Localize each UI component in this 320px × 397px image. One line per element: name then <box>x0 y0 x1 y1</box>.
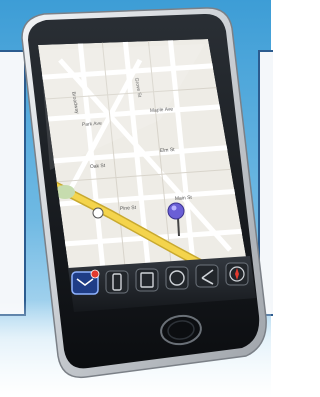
street-label: Elm St <box>160 147 176 154</box>
mail-icon[interactable] <box>71 269 100 295</box>
settings-icon[interactable] <box>195 264 219 288</box>
smartphone-illustration: Park Ave Maple Ave Oak St Elm St Pine St… <box>21 7 267 379</box>
highway-shield-icon <box>92 207 104 219</box>
notes-icon[interactable] <box>135 268 159 292</box>
compass-icon[interactable] <box>225 262 249 286</box>
street-label: Pine St <box>120 205 137 212</box>
smartphone: Park Ave Maple Ave Oak St Elm St Pine St… <box>0 0 271 397</box>
street-label: Main St <box>175 195 193 202</box>
phone-icon[interactable] <box>105 270 129 294</box>
browser-icon[interactable] <box>165 266 189 290</box>
street-label: Oak St <box>90 163 106 170</box>
